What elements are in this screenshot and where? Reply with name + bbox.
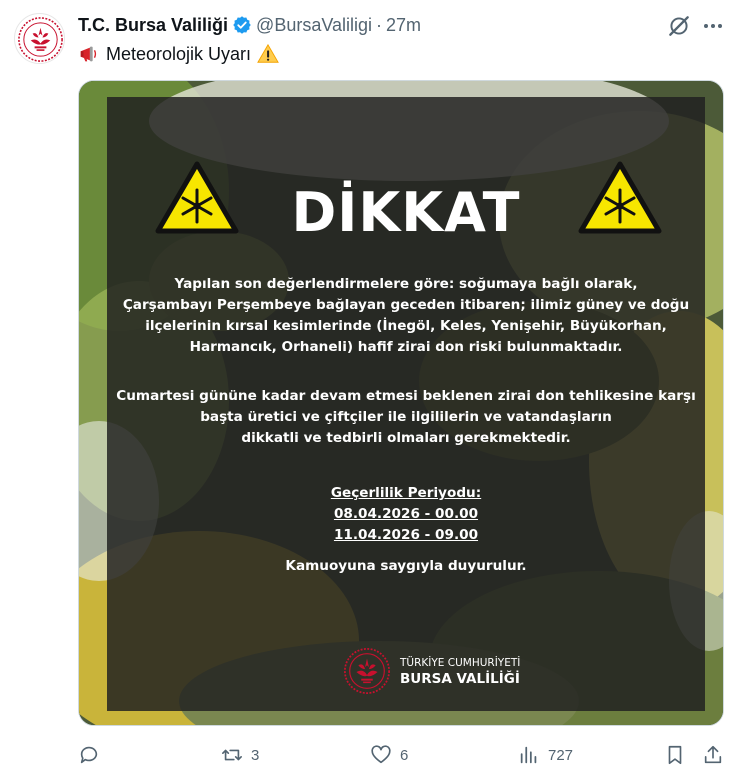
validity-period-start: 08.04.2026 - 00.00 (333, 506, 479, 522)
retweet-count: 3 (251, 746, 260, 764)
avatar[interactable] (14, 13, 65, 64)
paragraph-line: Harmancık, Orhaneli) hafif zirai don ris… (189, 339, 623, 355)
grok-icon[interactable] (666, 13, 692, 39)
megaphone-emoji-icon (80, 46, 97, 62)
timestamp[interactable]: 27m (386, 15, 421, 36)
views-chart-icon (520, 746, 537, 764)
reply-icon (80, 746, 98, 764)
validity-period-end: 11.04.2026 - 09.00 (333, 527, 479, 543)
warning-emoji-icon (257, 43, 279, 63)
paragraph-line: Çarşambayı Perşembeye bağlayan geceden i… (122, 297, 690, 313)
share-button[interactable] (702, 744, 724, 766)
share-icon (704, 745, 722, 764)
handle[interactable]: @BursaValiligi (256, 15, 372, 36)
paragraph-line: başta üretici ve çiftçiler ile ilgililer… (200, 409, 612, 425)
heart-icon (371, 745, 391, 764)
verified-badge-icon[interactable] (232, 15, 252, 35)
paragraph-line: Cumartesi gününe kadar devam etmesi bekl… (116, 388, 696, 404)
like-button[interactable]: 6 (370, 744, 408, 766)
bookmark-button[interactable] (664, 744, 686, 766)
reply-button[interactable] (78, 744, 108, 766)
paragraph-line: Yapılan son değerlendirmelere göre: soğu… (174, 276, 638, 292)
views-button[interactable]: 727 (518, 744, 573, 766)
announcement-paragraph-2: Cumartesi gününe kadar devam etmesi bekl… (107, 386, 705, 449)
more-dot-icon (711, 24, 715, 28)
paragraph-line: ilçelerinin kırsal kesimlerinde (İnegöl,… (145, 318, 667, 334)
closing-text: Kamuoyuna saygıyla duyurulur. (285, 558, 527, 574)
announcement-title: DİKKAT (291, 181, 521, 244)
tweet-text-body: Meteorolojik Uyarı (106, 44, 252, 64)
announcement-panel: DİKKAT Yapılan son değerlendirmelere gör… (107, 97, 705, 711)
views-count: 727 (548, 746, 574, 764)
tweet-image[interactable]: DİKKAT Yapılan son değerlendirmelere gör… (78, 80, 724, 726)
validity-period-label: Geçerlilik Periyodu: (330, 485, 482, 501)
tweet-header: T.C. Bursa Valiliği @BursaValiligi · 27m (78, 14, 421, 36)
logo-text: TÜRKİYE CUMHURİYETİ BURSA VALİLİĞİ (400, 655, 520, 687)
bookmark-icon (668, 745, 682, 765)
bursa-valiligi-emblem-icon (18, 17, 63, 62)
like-count: 6 (400, 746, 409, 764)
more-dot-icon (704, 24, 708, 28)
retweet-icon (222, 749, 242, 761)
display-name[interactable]: T.C. Bursa Valiliği (78, 15, 228, 36)
bursa-valiligi-logo: TÜRKİYE CUMHURİYETİ BURSA VALİLİĞİ (342, 646, 520, 696)
more-options-button[interactable] (700, 13, 726, 39)
logo-line-2: BURSA VALİLİĞİ (400, 671, 520, 687)
validity-period: Geçerlilik Periyodu: 08.04.2026 - 00.00 … (107, 483, 705, 546)
logo-line-1: TÜRKİYE CUMHURİYETİ (400, 657, 521, 669)
bursa-valiligi-emblem-icon (344, 648, 390, 694)
tweet-text: Meteorolojik Uyarı (78, 42, 279, 66)
announcement-paragraph-1: Yapılan son değerlendirmelere göre: soğu… (107, 274, 705, 358)
tweet-actions: 3 6 727 (0, 740, 743, 772)
paragraph-line: dikkatli ve tedbirli olmaları gerekmekte… (241, 430, 571, 446)
more-dot-icon (718, 24, 722, 28)
separator-dot: · (376, 14, 383, 35)
retweet-button[interactable]: 3 (221, 744, 259, 766)
